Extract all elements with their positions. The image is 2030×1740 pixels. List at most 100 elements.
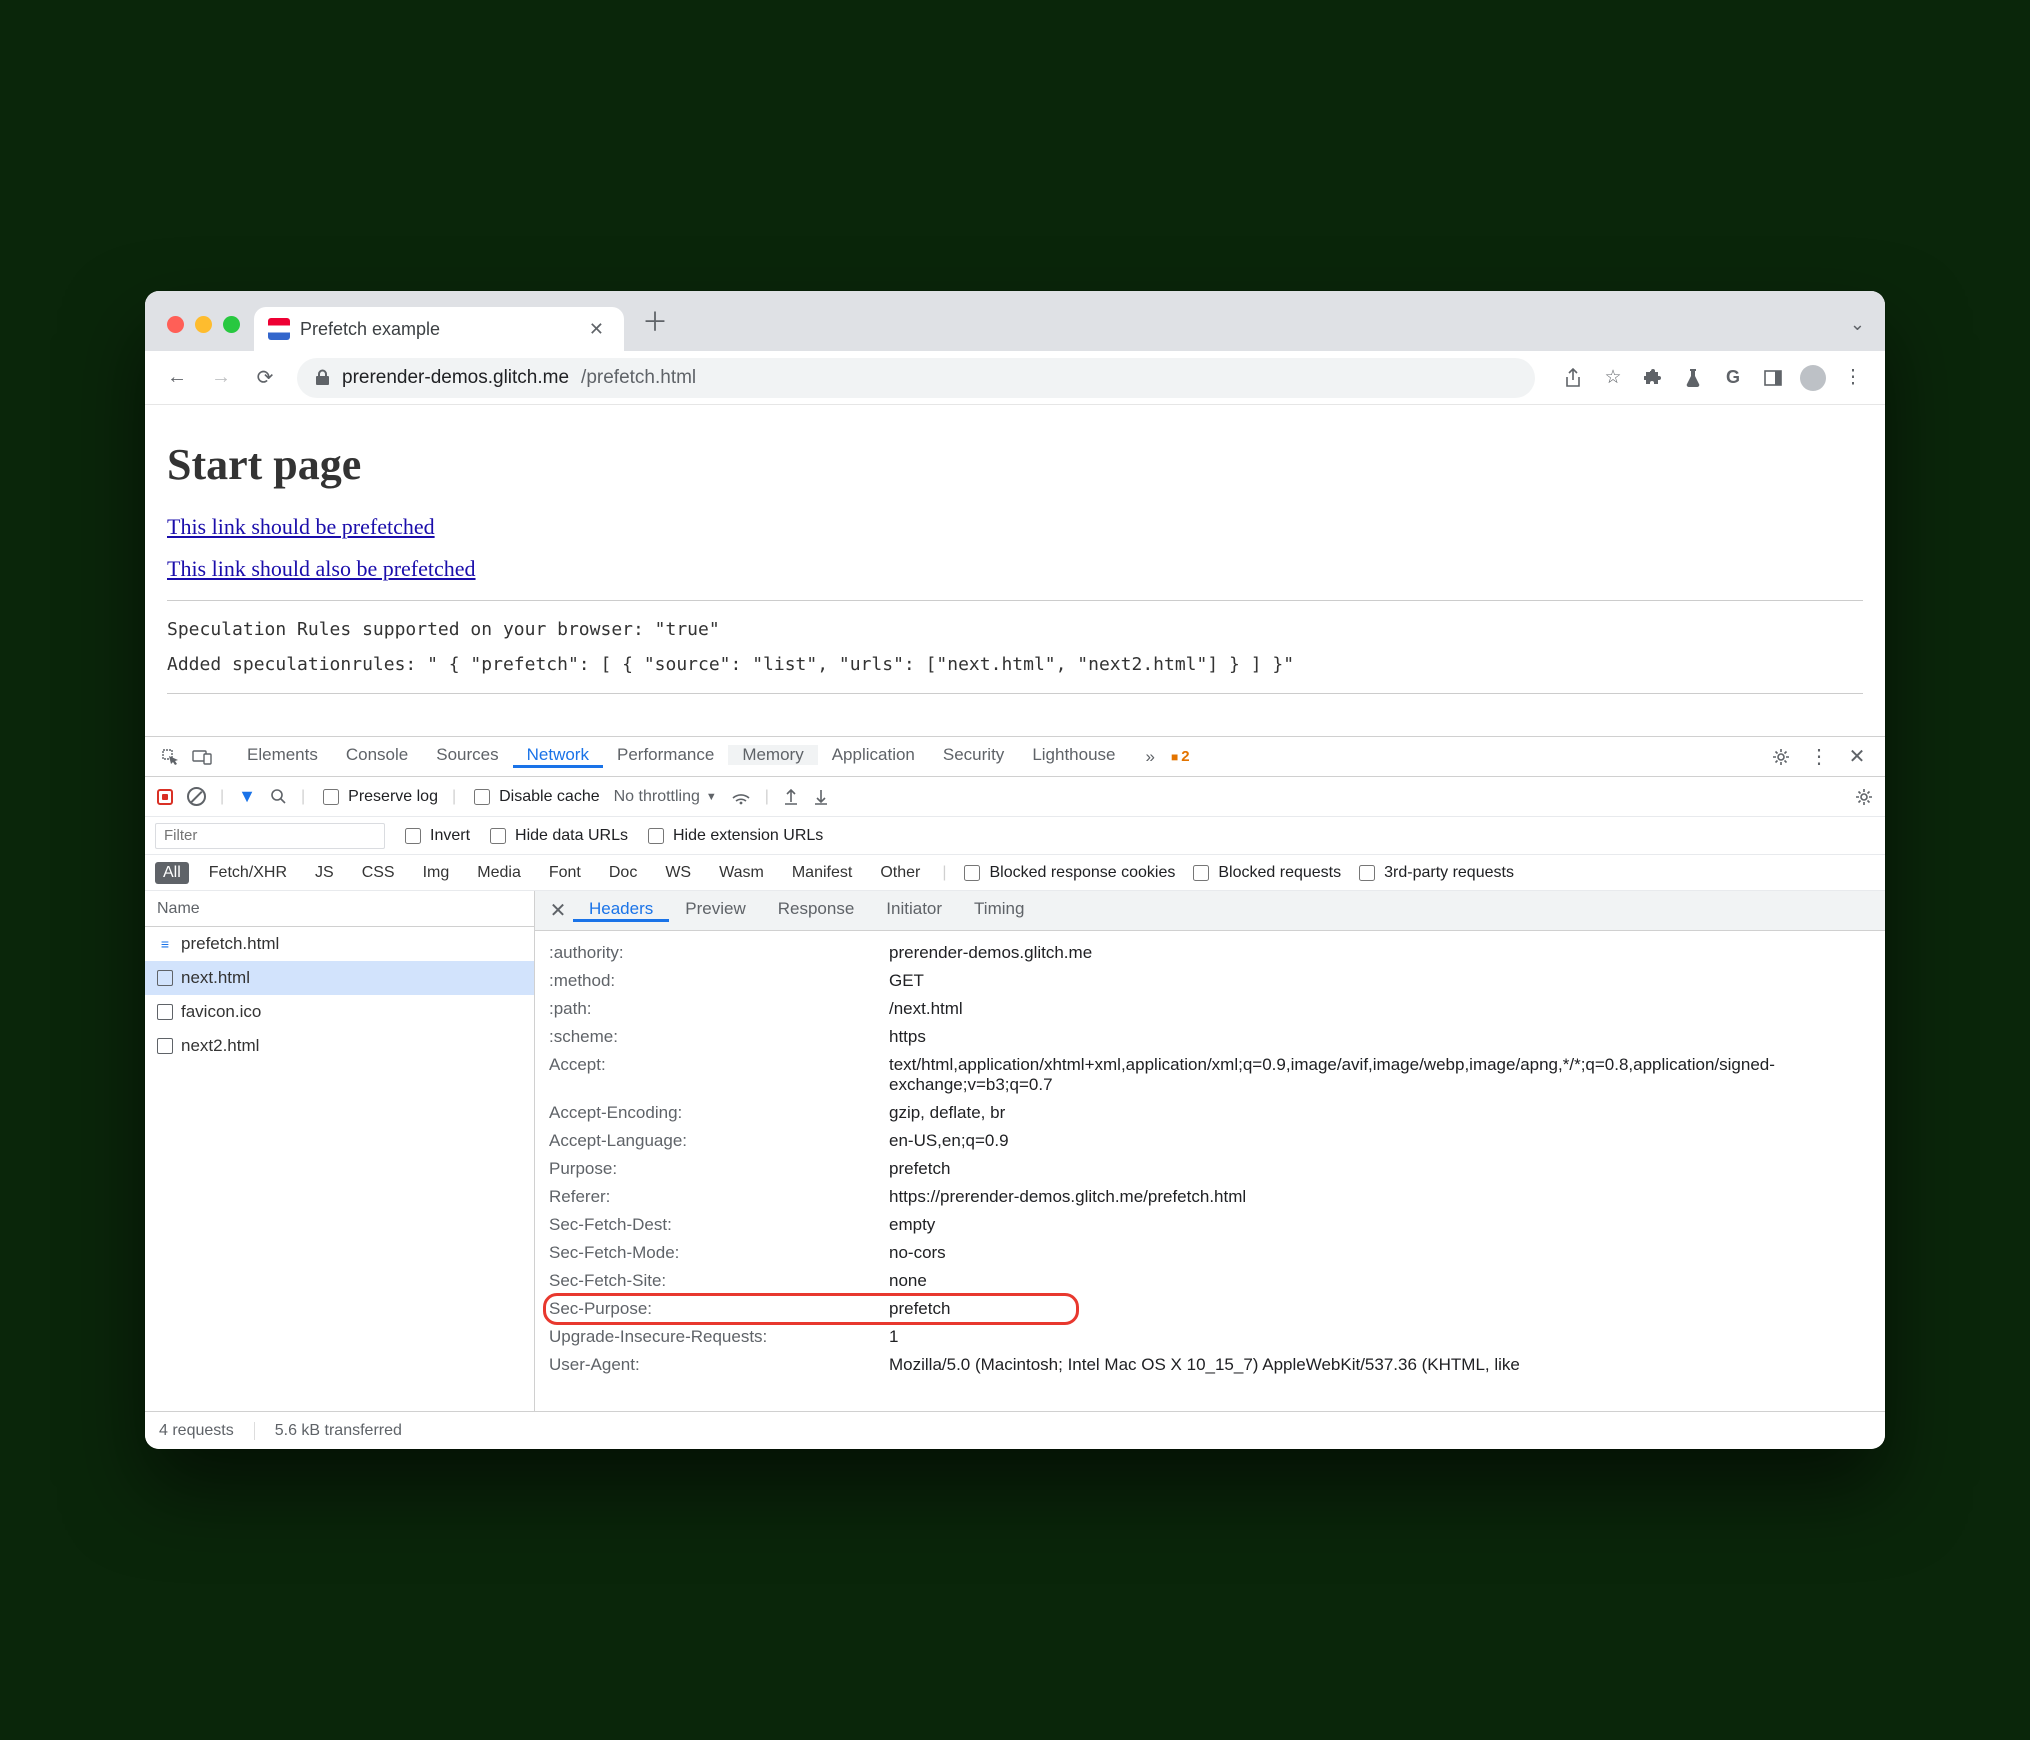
type-filter-img[interactable]: Img [415, 862, 458, 884]
devtools-panel: ElementsConsoleSourcesNetworkPerformance… [145, 736, 1885, 1449]
device-toolbar-button[interactable] [187, 739, 217, 775]
close-tab-button[interactable]: ✕ [583, 315, 610, 344]
network-settings-button[interactable] [1855, 788, 1873, 806]
header-name: Purpose: [549, 1159, 889, 1179]
import-har-button[interactable] [783, 788, 799, 806]
header-name: User-Agent: [549, 1355, 889, 1375]
address-bar[interactable]: prerender-demos.glitch.me/prefetch.html [297, 358, 1535, 398]
browser-menu-button[interactable]: ⋮ [1835, 360, 1871, 396]
type-filter-wasm[interactable]: Wasm [711, 862, 772, 884]
devtools-tab-console[interactable]: Console [332, 745, 422, 765]
issues-count[interactable]: 2 [1171, 748, 1190, 765]
type-filter-ws[interactable]: WS [657, 862, 699, 884]
record-button[interactable] [157, 789, 173, 805]
type-filter-fetch-xhr[interactable]: Fetch/XHR [201, 862, 295, 884]
header-row: Accept:text/html,application/xhtml+xml,a… [549, 1051, 1885, 1099]
divider [167, 600, 1863, 601]
page-content: Start page This link should be prefetche… [145, 405, 1885, 736]
header-value: empty [889, 1215, 1885, 1235]
blocked-requests-checkbox[interactable]: Blocked requests [1189, 862, 1341, 884]
header-row: Sec-Fetch-Mode:no-cors [549, 1239, 1885, 1267]
side-panel-button[interactable] [1755, 360, 1791, 396]
devtools-tab-memory[interactable]: Memory [728, 745, 817, 765]
page-heading: Start page [167, 439, 1863, 490]
status-line-1: Speculation Rules supported on your brow… [167, 619, 1863, 640]
throttling-dropdown[interactable]: No throttling ▼ [614, 788, 717, 806]
browser-tab[interactable]: Prefetch example ✕ [254, 307, 624, 351]
export-har-button[interactable] [813, 788, 829, 806]
tab-strip: Prefetch example ✕ ＋ ⌄ [145, 291, 1885, 351]
disable-cache-checkbox[interactable]: Disable cache [470, 786, 600, 808]
request-row[interactable]: next2.html [145, 1029, 534, 1063]
filter-input[interactable] [155, 823, 385, 849]
devtools-close-button[interactable]: ✕ [1839, 739, 1875, 775]
file-icon [157, 970, 173, 986]
preserve-log-checkbox[interactable]: Preserve log [319, 786, 438, 808]
inspect-element-button[interactable] [155, 739, 185, 775]
labs-button[interactable] [1675, 360, 1711, 396]
devtools-tab-security[interactable]: Security [929, 745, 1018, 765]
network-body: Name ≡prefetch.htmlnext.htmlfavicon.icon… [145, 891, 1885, 1411]
close-window-button[interactable] [167, 316, 184, 333]
hide-extension-urls-checkbox[interactable]: Hide extension URLs [644, 825, 823, 847]
detail-tab-initiator[interactable]: Initiator [870, 899, 958, 919]
request-row[interactable]: favicon.ico [145, 995, 534, 1029]
header-row: Upgrade-Insecure-Requests:1 [549, 1323, 1885, 1351]
type-filter-all[interactable]: All [155, 862, 189, 884]
devtools-settings-button[interactable] [1763, 739, 1799, 775]
type-filter-manifest[interactable]: Manifest [784, 862, 860, 884]
type-filter-media[interactable]: Media [469, 862, 529, 884]
prefetch-link-1[interactable]: This link should be prefetched [167, 514, 1863, 540]
filter-toggle-button[interactable]: ▼ [238, 786, 256, 807]
google-account-icon[interactable]: G [1715, 360, 1751, 396]
back-button[interactable]: ← [159, 360, 195, 396]
network-conditions-button[interactable] [731, 789, 751, 805]
header-row: Accept-Language:en-US,en;q=0.9 [549, 1127, 1885, 1155]
clear-button[interactable] [187, 787, 206, 806]
detail-tab-response[interactable]: Response [762, 899, 871, 919]
request-row[interactable]: next.html [145, 961, 534, 995]
url-host: prerender-demos.glitch.me [342, 367, 569, 389]
devtools-tab-sources[interactable]: Sources [422, 745, 512, 765]
devtools-tab-performance[interactable]: Performance [603, 745, 728, 765]
devtools-tab-application[interactable]: Application [818, 745, 929, 765]
extensions-button[interactable] [1635, 360, 1671, 396]
type-filter-css[interactable]: CSS [354, 862, 403, 884]
header-value: no-cors [889, 1243, 1885, 1263]
request-list-header: Name [145, 891, 534, 927]
header-name: :path: [549, 999, 889, 1019]
header-name: Sec-Fetch-Site: [549, 1271, 889, 1291]
bookmark-button[interactable]: ☆ [1595, 360, 1631, 396]
request-row[interactable]: ≡prefetch.html [145, 927, 534, 961]
type-filter-js[interactable]: JS [307, 862, 342, 884]
devtools-tab-elements[interactable]: Elements [233, 745, 332, 765]
new-tab-button[interactable]: ＋ [642, 302, 668, 339]
blocked-cookies-checkbox[interactable]: Blocked response cookies [960, 862, 1175, 884]
devtools-tab-network[interactable]: Network [513, 745, 603, 768]
invert-checkbox[interactable]: Invert [401, 825, 470, 847]
maximize-window-button[interactable] [223, 316, 240, 333]
devtools-tab-lighthouse[interactable]: Lighthouse [1018, 745, 1129, 765]
third-party-checkbox[interactable]: 3rd-party requests [1355, 862, 1514, 884]
detail-tab-timing[interactable]: Timing [958, 899, 1040, 919]
profile-button[interactable] [1795, 360, 1831, 396]
type-filter-font[interactable]: Font [541, 862, 589, 884]
type-filter-doc[interactable]: Doc [601, 862, 645, 884]
reload-button[interactable]: ⟳ [247, 360, 283, 396]
close-detail-button[interactable]: ✕ [543, 893, 573, 929]
header-value: en-US,en;q=0.9 [889, 1131, 1885, 1151]
tab-overflow-button[interactable]: ⌄ [1850, 314, 1865, 335]
devtools-menu-button[interactable]: ⋮ [1801, 739, 1837, 775]
type-filter-other[interactable]: Other [872, 862, 928, 884]
hide-data-urls-checkbox[interactable]: Hide data URLs [486, 825, 628, 847]
minimize-window-button[interactable] [195, 316, 212, 333]
header-value: prefetch [889, 1299, 1885, 1319]
detail-tab-headers[interactable]: Headers [573, 899, 669, 922]
header-value: Mozilla/5.0 (Macintosh; Intel Mac OS X 1… [889, 1355, 1885, 1375]
prefetch-link-2[interactable]: This link should also be prefetched [167, 556, 1863, 582]
detail-tab-preview[interactable]: Preview [669, 899, 761, 919]
more-panels-button[interactable]: » [1132, 737, 1169, 776]
forward-button[interactable]: → [203, 360, 239, 396]
search-button[interactable] [270, 788, 287, 805]
share-button[interactable] [1555, 360, 1591, 396]
